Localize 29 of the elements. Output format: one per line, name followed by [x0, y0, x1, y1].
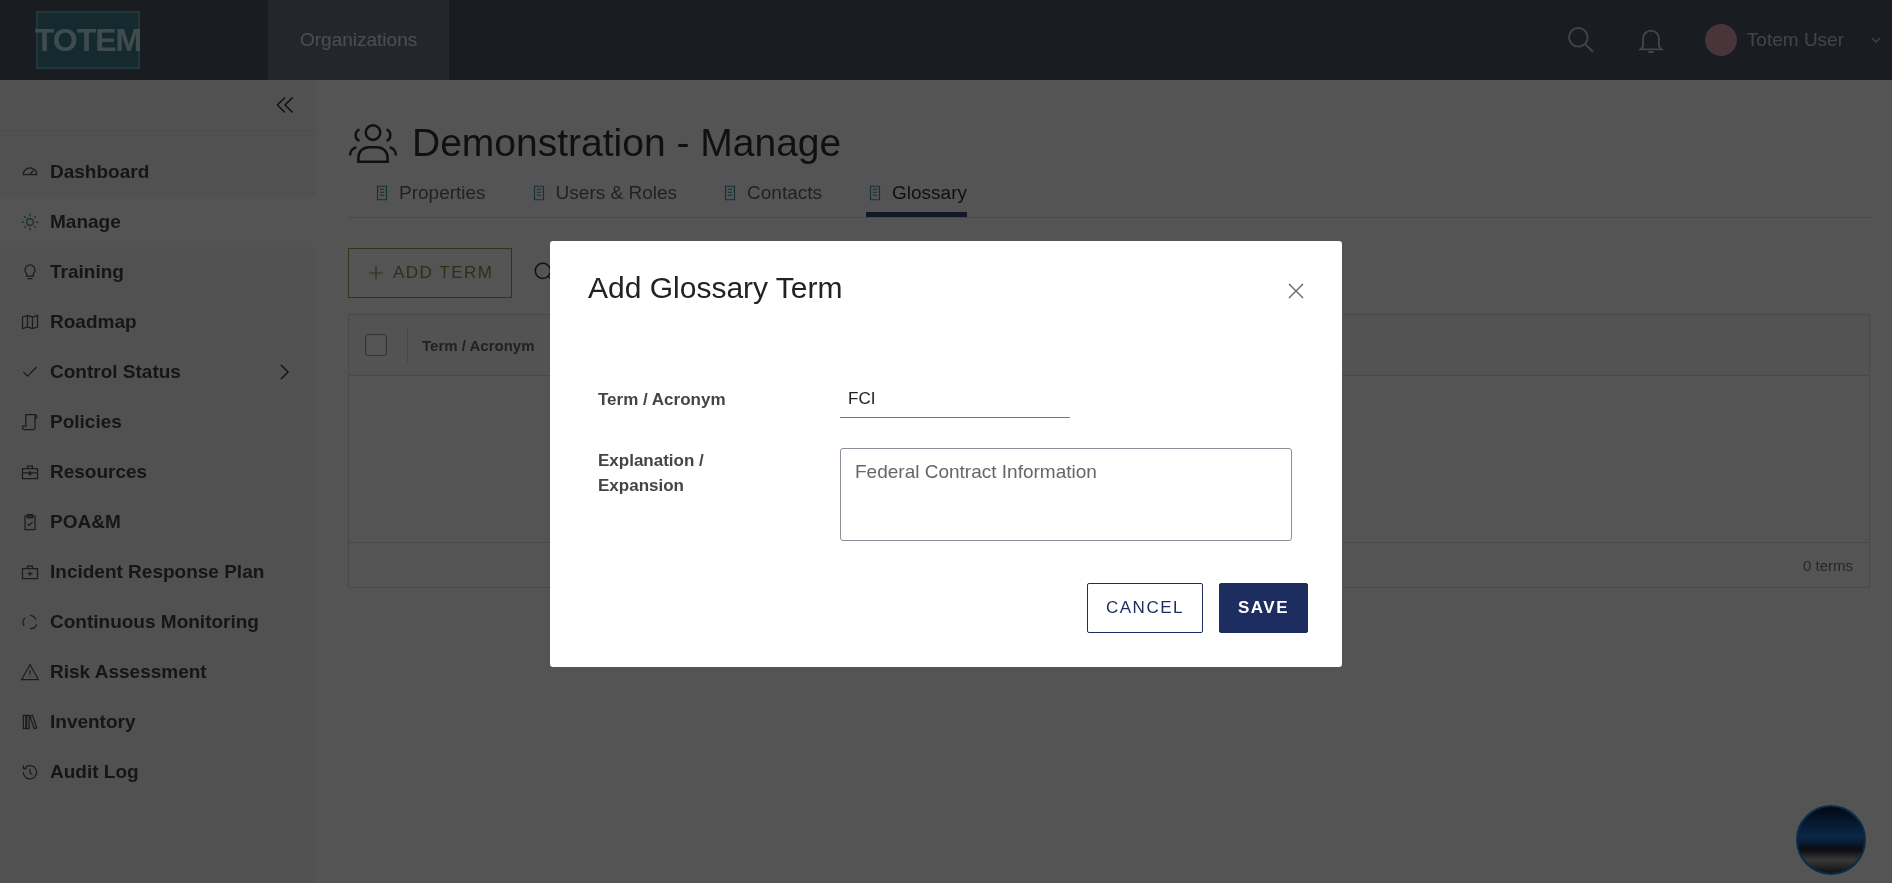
- sidebar-item[interactable]: Dashboard: [0, 147, 316, 197]
- sidebar-item[interactable]: Risk Assessment: [0, 647, 316, 697]
- save-button[interactable]: SAVE: [1218, 583, 1308, 633]
- books-icon: [20, 712, 40, 732]
- sidebar-item[interactable]: Incident Response Plan: [0, 547, 316, 597]
- map-icon: [20, 312, 40, 332]
- warning-icon: [20, 662, 40, 682]
- sidebar-item[interactable]: Training: [0, 247, 316, 297]
- sidebar-item[interactable]: Audit Log: [0, 747, 316, 797]
- scroll-icon: [20, 412, 40, 432]
- text-area[interactable]: Federal Contract Information: [840, 448, 1292, 541]
- sidebar-item[interactable]: Inventory: [0, 697, 316, 747]
- dialog-title: Add Glossary Term: [588, 271, 843, 305]
- sidebar-item[interactable]: Control Status: [0, 347, 316, 397]
- sidebar-item[interactable]: Resources: [0, 447, 316, 497]
- sidebar-item[interactable]: Roadmap: [0, 297, 316, 347]
- tab[interactable]: Glossary: [866, 176, 967, 217]
- page-title: Demonstration - Manage: [412, 121, 842, 165]
- add-term-button[interactable]: ADD TERM: [348, 248, 513, 298]
- sidebar-item[interactable]: Policies: [0, 397, 316, 447]
- field-label: Explanation / Expansion: [598, 450, 705, 497]
- checkbox[interactable]: [365, 334, 387, 356]
- field-label: Term / Acronym: [598, 389, 727, 411]
- plus-icon: [367, 264, 385, 282]
- sidebar-item[interactable]: POA&M: [0, 497, 316, 547]
- sidebar-item[interactable]: Continuous Monitoring: [0, 597, 316, 647]
- avatar-icon[interactable]: [1704, 24, 1737, 56]
- cancel-button[interactable]: CANCEL: [1087, 583, 1203, 633]
- history-icon: [20, 762, 40, 782]
